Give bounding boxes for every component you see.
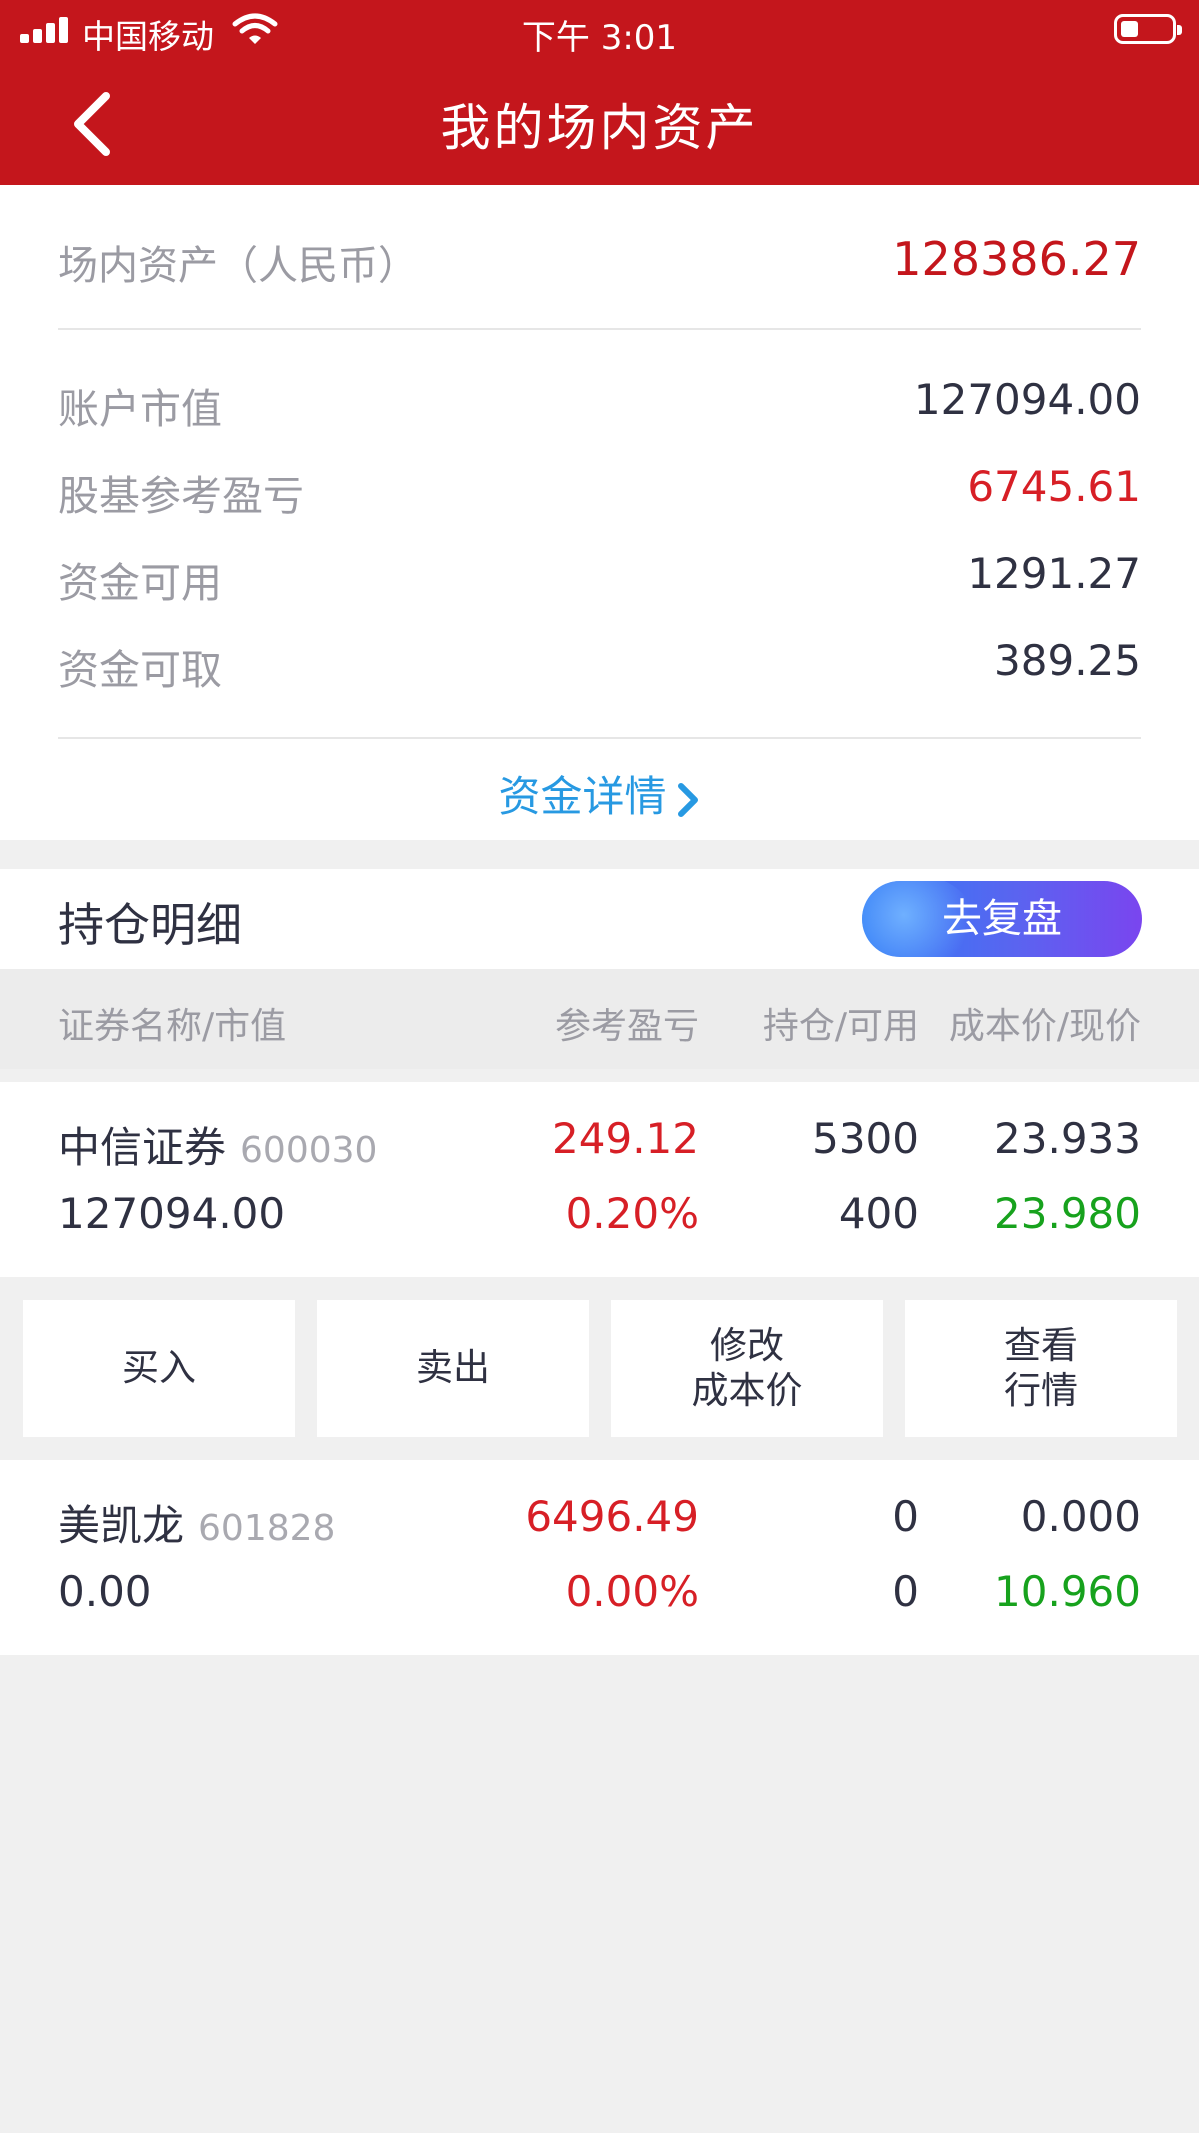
column-position: 持仓/可用 [762,1006,919,1047]
review-button[interactable]: 去复盘 [862,881,1142,957]
column-cost-price: 成本价/现价 [948,1006,1141,1047]
stock-code: 601828 [198,1508,336,1549]
holdings-title: 持仓明细 [58,898,242,952]
stock-pnl-pct: 0.20% [565,1189,699,1238]
fund-details-label: 资金详情 [498,772,667,821]
fund-details-link[interactable]: 资金详情 [0,763,1199,824]
edit-cost-label-line1: 修改 [710,1324,784,1368]
withdrawable-funds-label: 资金可取 [58,646,222,694]
sell-button[interactable]: 卖出 [317,1300,589,1437]
header: 中国移动 下午 3:01 我的场内资产 [0,0,1199,185]
total-assets-value: 128386.27 [892,232,1141,286]
review-button-label: 去复盘 [942,896,1062,942]
stock-name: 美凯龙 [58,1501,185,1550]
table-row[interactable]: 美凯龙 601828 6496.49 0 0.000 0.00 0.00% 0 1… [0,1460,1199,1655]
stock-position: 0 [892,1492,919,1541]
pnl-value: 6745.61 [967,462,1141,511]
stock-pnl-pct: 0.00% [565,1567,699,1616]
stock-cost: 0.000 [1020,1492,1141,1541]
stock-name-cell: 美凯龙 601828 [58,1492,335,1553]
view-quote-label: 查看 行情 [1004,1324,1078,1413]
stock-actions: 买入 卖出 修改 成本价 查看 行情 [0,1277,1199,1460]
stock-market-value: 0.00 [58,1567,152,1616]
divider [58,737,1141,739]
market-value-value: 127094.00 [913,375,1141,424]
status-bar: 中国移动 下午 3:01 [0,0,1199,60]
page-title: 我的场内资产 [440,99,759,157]
holdings-column-header: 证券名称/市值 参考盈亏 持仓/可用 成本价/现价 [0,969,1199,1069]
stock-pnl: 249.12 [552,1114,699,1163]
holdings-header: 持仓明细 去复盘 [0,869,1199,969]
column-pnl: 参考盈亏 [554,1006,699,1047]
stock-cost: 23.933 [994,1114,1141,1163]
stock-name: 中信证券 [58,1123,227,1172]
sell-button-label: 卖出 [416,1346,490,1390]
status-time: 下午 3:01 [521,18,678,58]
edit-cost-button[interactable]: 修改 成本价 [611,1300,883,1437]
stock-price: 10.960 [994,1567,1141,1616]
edit-cost-label-line2: 成本价 [691,1368,803,1412]
column-name-value: 证券名称/市值 [58,1006,287,1047]
withdrawable-funds-value: 389.25 [994,636,1141,685]
chevron-right-icon [677,782,698,817]
divider [58,328,1141,330]
buy-button[interactable]: 买入 [23,1300,295,1437]
stock-price: 23.980 [994,1189,1141,1238]
asset-summary-card: 场内资产（人民币） 128386.27 账户市值 127094.00 股基参考盈… [0,185,1199,840]
available-funds-label: 资金可用 [58,559,222,607]
stock-code: 600030 [240,1130,378,1171]
buy-button-label: 买入 [122,1346,196,1390]
stock-pnl: 6496.49 [525,1492,699,1541]
view-quote-label-line1: 查看 [1004,1324,1078,1368]
table-row[interactable]: 中信证券 600030 249.12 5300 23.933 127094.00 … [0,1082,1199,1277]
battery-icon [1114,14,1182,44]
view-quote-label-line2: 行情 [1004,1368,1078,1412]
total-assets-label: 场内资产（人民币） [58,243,418,289]
available-funds-value: 1291.27 [967,549,1141,598]
stock-available: 0 [892,1567,919,1616]
stock-name-cell: 中信证券 600030 [58,1114,377,1175]
stock-available: 400 [838,1189,919,1238]
stock-position: 5300 [812,1114,919,1163]
pnl-label: 股基参考盈亏 [58,472,304,520]
market-value-label: 账户市值 [58,385,222,433]
edit-cost-label: 修改 成本价 [692,1324,803,1413]
view-quote-button[interactable]: 查看 行情 [905,1300,1177,1437]
stock-market-value: 127094.00 [58,1189,286,1238]
